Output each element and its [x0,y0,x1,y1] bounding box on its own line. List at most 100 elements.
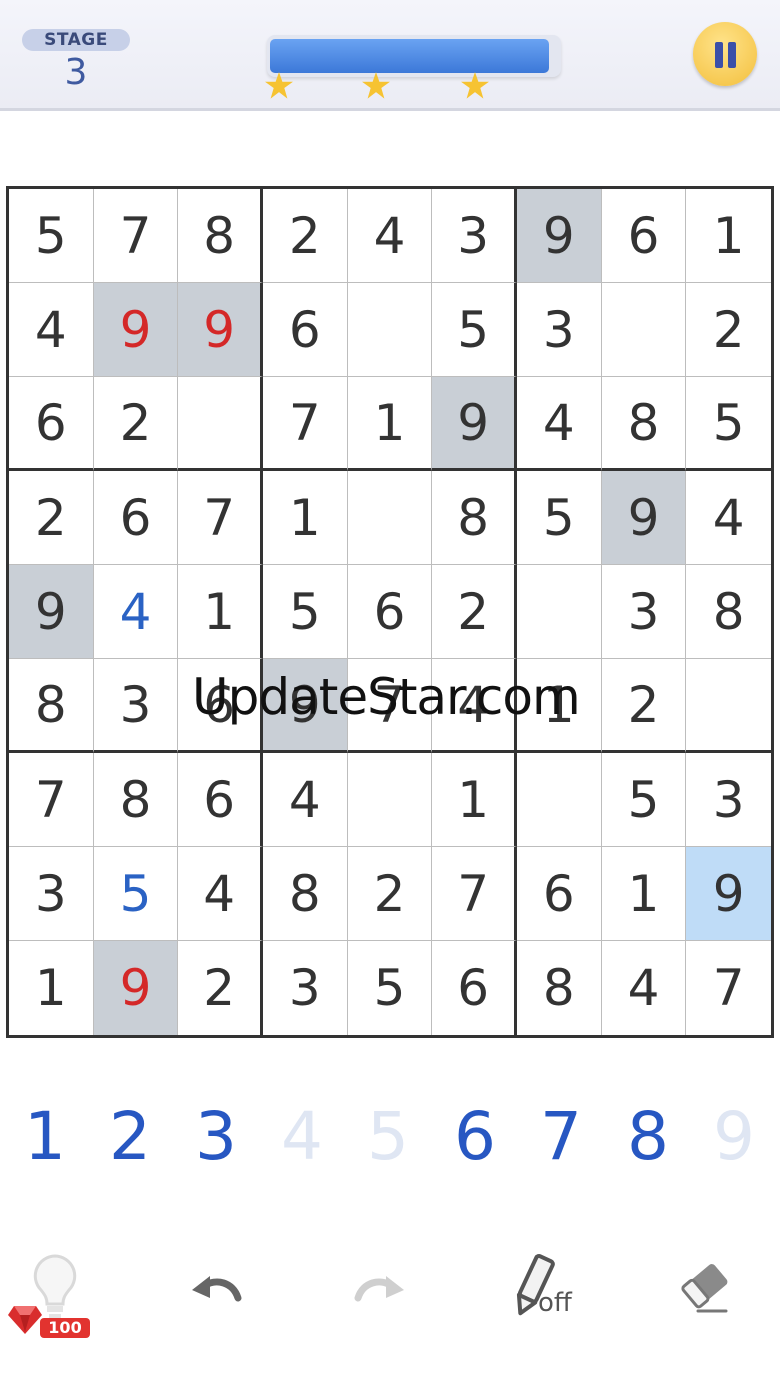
pause-button[interactable] [693,22,757,86]
top-bar: STAGE 3 [0,0,780,111]
grid-cell[interactable]: 9 [601,471,687,565]
grid-cell[interactable]: 6 [432,941,517,1035]
grid-cell[interactable]: 2 [601,659,687,753]
grid-cell[interactable]: 8 [601,377,687,471]
grid-cell[interactable]: 3 [263,941,348,1035]
grid-cell[interactable]: 5 [9,189,94,283]
grid-cell[interactable]: 7 [93,189,179,283]
grid-cell[interactable]: 3 [517,283,602,377]
hint-cost: 100 [40,1318,90,1338]
grid-cell[interactable]: 8 [432,471,517,565]
grid-cell[interactable]: 1 [178,565,263,659]
grid-cell[interactable]: 8 [178,189,263,283]
hint-button[interactable]: 100 [6,1248,96,1343]
toolbar: 100 off [0,1248,780,1348]
grid-cell[interactable]: 2 [347,847,433,941]
grid-cell[interactable]: 6 [178,753,263,847]
grid-cell[interactable]: 8 [686,565,771,659]
number-key-5[interactable]: 5 [345,1098,431,1175]
number-key-7[interactable]: 7 [518,1098,604,1175]
eraser-button[interactable] [676,1256,736,1316]
number-key-2[interactable]: 2 [87,1098,173,1175]
grid-cell[interactable]: 2 [93,377,179,471]
grid-cell[interactable]: 5 [93,847,179,941]
grid-cell[interactable]: 1 [347,377,433,471]
pencil-state: off [538,1288,572,1318]
grid-cell[interactable] [347,753,433,847]
grid-cell[interactable]: 4 [602,941,687,1035]
grid-cell[interactable]: 4 [93,565,179,659]
grid-cell[interactable]: 5 [263,565,348,659]
grid-cell[interactable]: 3 [93,659,179,753]
grid-cell[interactable] [517,753,602,847]
number-key-9[interactable]: 9 [691,1098,777,1175]
grid-cell[interactable]: 9 [93,941,179,1035]
grid-cell[interactable]: 7 [9,753,94,847]
number-key-3[interactable]: 3 [173,1098,259,1175]
grid-cell[interactable]: 7 [178,471,263,565]
grid-cell[interactable]: 9 [9,565,94,659]
number-key-1[interactable]: 1 [2,1098,88,1175]
number-key-8[interactable]: 8 [605,1098,691,1175]
grid-cell[interactable]: 8 [93,753,179,847]
grid-cell[interactable]: 2 [686,283,771,377]
grid-cell[interactable]: 5 [348,941,433,1035]
grid-cell[interactable] [686,659,771,753]
grid-cell[interactable] [601,283,687,377]
grid-cell[interactable]: 1 [9,941,94,1035]
grid-cell[interactable]: 4 [178,847,263,941]
redo-icon [354,1276,404,1302]
grid-cell[interactable] [347,283,433,377]
pause-icon [715,42,723,68]
number-key-4[interactable]: 4 [259,1098,345,1175]
grid-cell[interactable]: 5 [517,471,602,565]
grid-cell[interactable] [178,377,263,471]
grid-cell[interactable]: 9 [432,377,517,471]
grid-cell[interactable]: 2 [263,189,348,283]
grid-cell[interactable]: 5 [601,753,687,847]
grid-cell[interactable]: 4 [347,189,433,283]
grid-cell[interactable]: 3 [9,847,94,941]
eraser-icon [681,1264,728,1313]
grid-cell[interactable]: 7 [686,941,771,1035]
grid-cell[interactable]: 4 [9,283,94,377]
stage-label: STAGE [22,29,130,51]
grid-cell[interactable]: 7 [263,377,348,471]
grid-cell[interactable]: 4 [686,471,771,565]
number-key-6[interactable]: 6 [432,1098,518,1175]
grid-cell[interactable]: 2 [178,941,263,1035]
grid-cell[interactable]: 5 [686,377,771,471]
grid-cell[interactable]: 2 [432,565,517,659]
grid-cell[interactable]: 3 [601,565,687,659]
grid-cell[interactable] [347,471,433,565]
grid-cell[interactable]: 6 [9,377,94,471]
pencil-button[interactable]: off [508,1252,588,1322]
grid-cell[interactable]: 8 [263,847,348,941]
undo-button[interactable] [186,1264,246,1314]
redo-button[interactable] [350,1264,410,1314]
grid-cell[interactable]: 6 [347,565,433,659]
grid-cell[interactable]: 9 [93,283,179,377]
grid-cell[interactable] [517,565,602,659]
grid-cell[interactable]: 6 [93,471,179,565]
grid-cell[interactable]: 2 [9,471,94,565]
grid-cell[interactable]: 9 [517,189,602,283]
grid-cell[interactable]: 1 [686,189,771,283]
grid-cell[interactable]: 6 [601,189,687,283]
grid-cell[interactable]: 8 [517,941,602,1035]
grid-cell[interactable]: 7 [432,847,517,941]
grid-cell[interactable]: 8 [9,659,94,753]
grid-cell[interactable]: 9 [686,847,771,941]
grid-cell[interactable]: 1 [263,471,348,565]
grid-cell[interactable]: 1 [432,753,517,847]
grid-cell[interactable]: 6 [517,847,602,941]
grid-cell[interactable]: 4 [517,377,602,471]
grid-cell[interactable]: 1 [601,847,687,941]
grid-cell[interactable]: 6 [263,283,348,377]
grid-cell[interactable]: 5 [432,283,517,377]
grid-cell[interactable]: 4 [263,753,348,847]
grid-cell[interactable]: 9 [178,283,263,377]
grid-cell[interactable]: 3 [432,189,517,283]
stage-number: 3 [64,52,88,93]
grid-cell[interactable]: 3 [686,753,771,847]
